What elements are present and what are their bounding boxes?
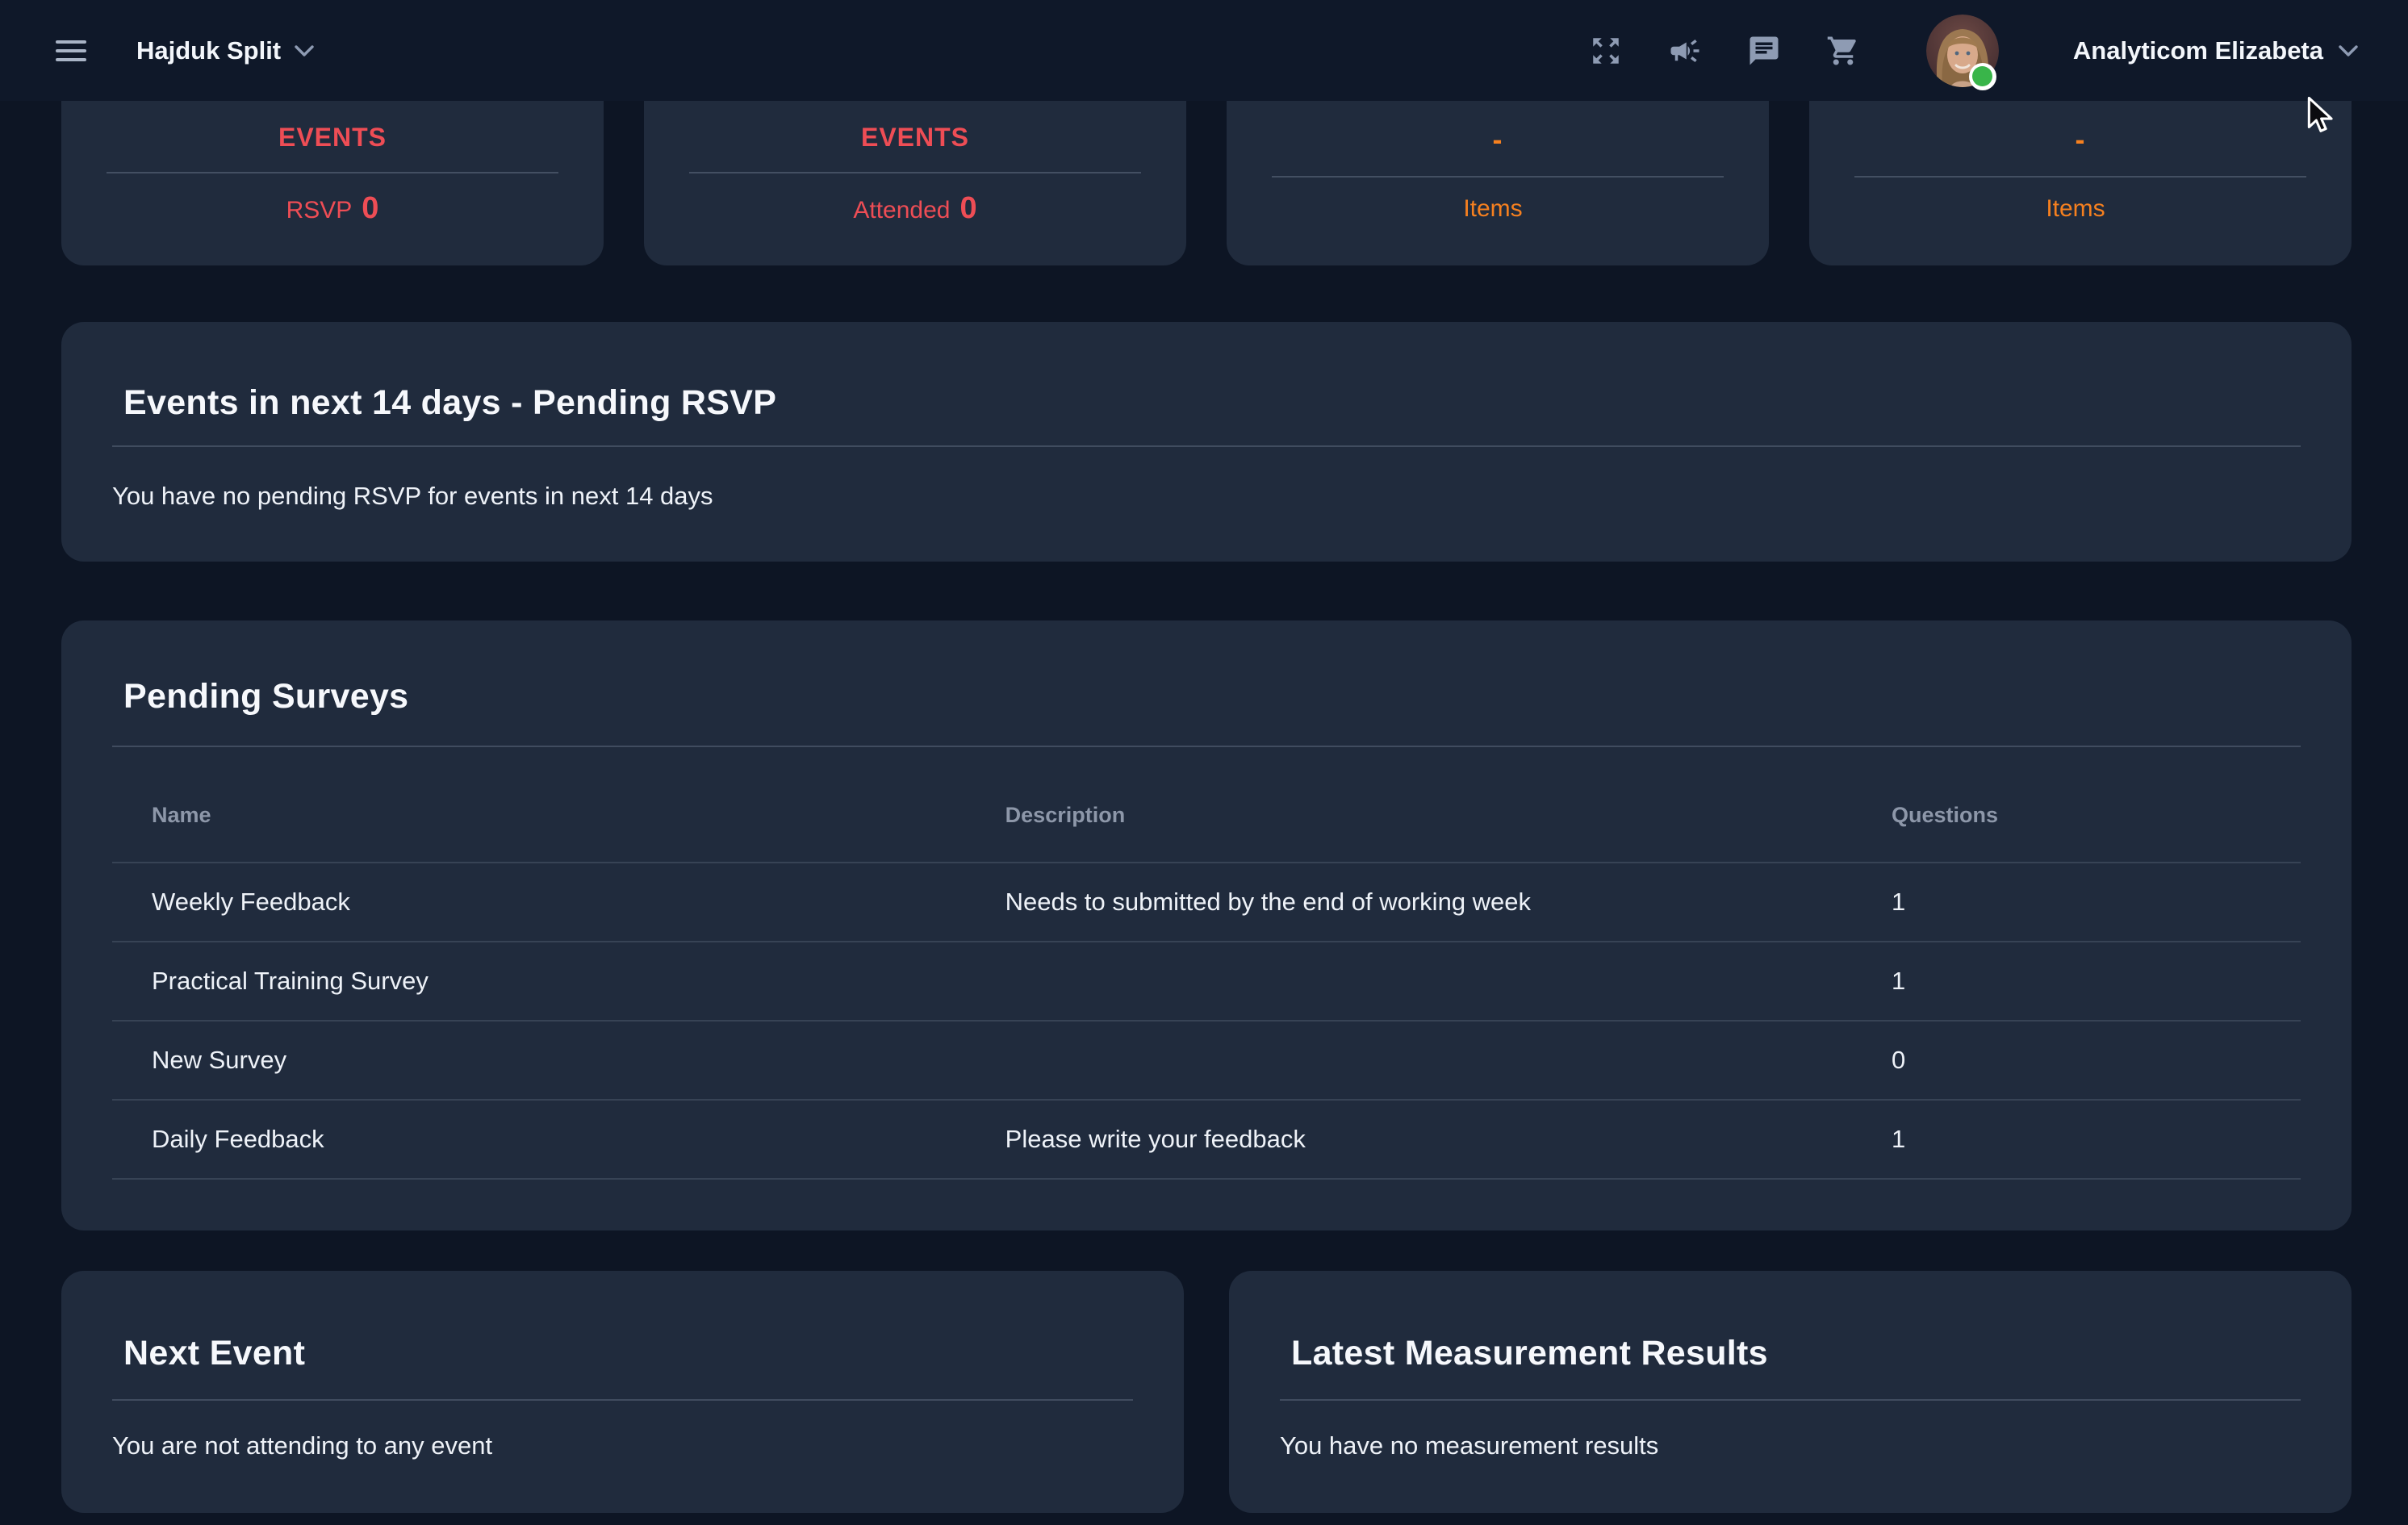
stat-card-metric-value: 0 bbox=[959, 191, 976, 226]
stat-card-title: EVENTS bbox=[107, 123, 558, 152]
next-event-empty-message: You are not attending to any event bbox=[112, 1431, 1133, 1460]
cart-icon[interactable] bbox=[1825, 32, 1862, 69]
pending-rsvp-title: Events in next 14 days - Pending RSVP bbox=[123, 322, 2301, 423]
chevron-down-icon bbox=[294, 44, 315, 57]
column-header-questions: Questions bbox=[1852, 747, 2301, 863]
user-name: Analyticom Elizabeta bbox=[2073, 36, 2323, 65]
fullscreen-icon[interactable] bbox=[1587, 32, 1624, 69]
dashboard: EVENTS RSVP 0 EVENTS Attended 0 - Items bbox=[0, 101, 2408, 1513]
divider bbox=[112, 445, 2301, 447]
bottom-cards-row: Next Event You are not attending to any … bbox=[61, 1271, 2352, 1513]
table-row[interactable]: Weekly Feedback Needs to submitted by th… bbox=[112, 863, 2301, 942]
stat-card-items-2[interactable]: - Items bbox=[1809, 101, 2352, 265]
divider bbox=[689, 172, 1141, 173]
online-status-badge bbox=[1969, 63, 1996, 90]
survey-name: New Survey bbox=[112, 1021, 966, 1100]
stat-card-metric-label: Items bbox=[2046, 195, 2105, 223]
survey-description: Please write your feedback bbox=[966, 1100, 1852, 1179]
stat-card-title: - bbox=[1272, 123, 1724, 157]
survey-questions: 1 bbox=[1852, 863, 2301, 942]
announcements-icon[interactable] bbox=[1666, 32, 1704, 69]
stat-card-events-attended[interactable]: EVENTS Attended 0 bbox=[644, 101, 1186, 265]
stat-card-metric-label: Items bbox=[1463, 195, 1522, 223]
pending-surveys-table: Name Description Questions Weekly Feedba… bbox=[112, 747, 2301, 1180]
latest-measurements-title: Latest Measurement Results bbox=[1291, 1271, 2301, 1373]
next-event-card: Next Event You are not attending to any … bbox=[61, 1271, 1184, 1513]
divider bbox=[1280, 1399, 2301, 1401]
survey-description bbox=[966, 1021, 1852, 1100]
latest-measurements-card: Latest Measurement Results You have no m… bbox=[1229, 1271, 2352, 1513]
divider bbox=[1272, 176, 1724, 178]
stat-card-metric-value: 0 bbox=[362, 191, 378, 226]
hamburger-menu-icon[interactable] bbox=[56, 40, 86, 61]
stat-card-title: EVENTS bbox=[689, 123, 1141, 152]
pending-surveys-card: Pending Surveys Name Description Questio… bbox=[61, 620, 2352, 1230]
user-menu[interactable]: Analyticom Elizabeta bbox=[2073, 36, 2359, 65]
table-row[interactable]: Practical Training Survey 1 bbox=[112, 942, 2301, 1021]
stat-card-title: - bbox=[1854, 123, 2306, 157]
table-header-row: Name Description Questions bbox=[112, 747, 2301, 863]
survey-description bbox=[966, 942, 1852, 1021]
table-row[interactable]: New Survey 0 bbox=[112, 1021, 2301, 1100]
stat-card-metric-label: RSVP bbox=[286, 197, 353, 224]
pending-surveys-title: Pending Surveys bbox=[123, 620, 2301, 717]
column-header-name: Name bbox=[112, 747, 966, 863]
team-name: Hajduk Split bbox=[136, 36, 281, 65]
next-event-title: Next Event bbox=[123, 1271, 1133, 1373]
stat-card-metric-label: Attended bbox=[853, 197, 950, 224]
survey-questions: 1 bbox=[1852, 942, 2301, 1021]
stat-card-events-rsvp[interactable]: EVENTS RSVP 0 bbox=[61, 101, 604, 265]
survey-questions: 0 bbox=[1852, 1021, 2301, 1100]
column-header-description: Description bbox=[966, 747, 1852, 863]
pending-rsvp-empty-message: You have no pending RSVP for events in n… bbox=[112, 482, 2301, 511]
team-selector[interactable]: Hajduk Split bbox=[136, 36, 315, 65]
survey-questions: 1 bbox=[1852, 1100, 2301, 1179]
divider bbox=[112, 1399, 1133, 1401]
user-avatar[interactable] bbox=[1926, 15, 1999, 87]
survey-name: Weekly Feedback bbox=[112, 863, 966, 942]
survey-name: Daily Feedback bbox=[112, 1100, 966, 1179]
pending-rsvp-card: Events in next 14 days - Pending RSVP Yo… bbox=[61, 322, 2352, 562]
survey-name: Practical Training Survey bbox=[112, 942, 966, 1021]
latest-measurements-empty-message: You have no measurement results bbox=[1280, 1431, 2301, 1460]
divider bbox=[1854, 176, 2306, 178]
top-bar: Hajduk Split bbox=[0, 0, 2408, 101]
divider bbox=[107, 172, 558, 173]
table-row[interactable]: Daily Feedback Please write your feedbac… bbox=[112, 1100, 2301, 1179]
stat-cards-row: EVENTS RSVP 0 EVENTS Attended 0 - Items bbox=[61, 101, 2352, 265]
survey-description: Needs to submitted by the end of working… bbox=[966, 863, 1852, 942]
stat-card-items-1[interactable]: - Items bbox=[1227, 101, 1769, 265]
chevron-down-icon bbox=[2338, 44, 2359, 57]
messages-icon[interactable] bbox=[1745, 32, 1783, 69]
